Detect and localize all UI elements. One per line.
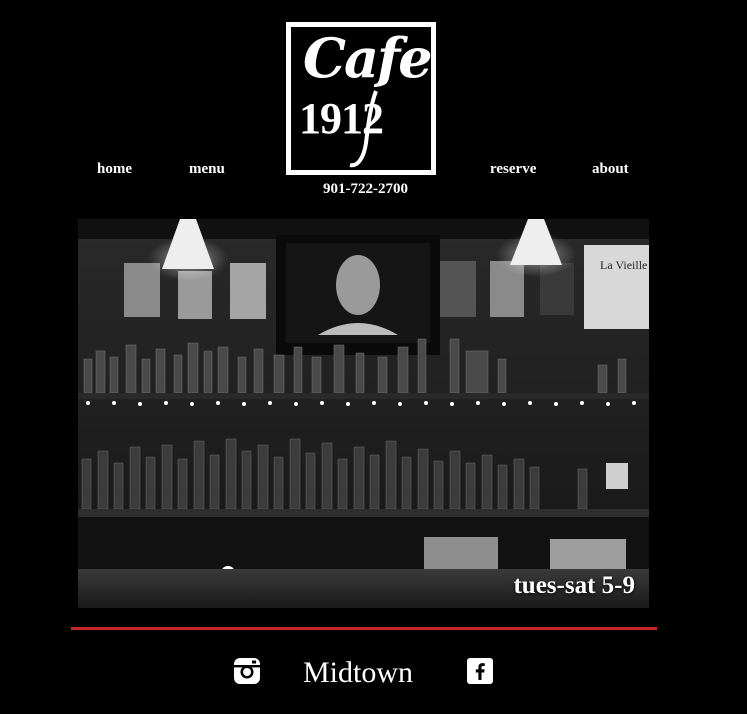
nav-about[interactable]: about [592, 161, 629, 178]
instagram-icon[interactable] [234, 658, 260, 684]
cafe-1912-logo[interactable]: Cafe 1912 [286, 22, 436, 175]
logo-flourish-icon [349, 90, 378, 168]
nav-reserve[interactable]: reserve [490, 161, 536, 178]
poster-text: La Vieille F [600, 258, 649, 272]
red-divider [71, 627, 657, 630]
hours-text: tues-sat 5-9 [513, 572, 635, 599]
page: Cafe 1912 home menu reserve about 901-72… [0, 0, 747, 714]
nav-menu[interactable]: menu [189, 161, 225, 178]
nav-home[interactable]: home [97, 161, 132, 178]
bar-photo-illustration: La Vieille F [78, 219, 649, 608]
phone-number[interactable]: 901-722-2700 [0, 181, 731, 198]
facebook-icon[interactable] [467, 658, 493, 684]
location-title: Midtown [303, 656, 414, 689]
logo-word: Cafe [303, 26, 433, 90]
hero-bar-photo: La Vieille F [78, 219, 649, 608]
